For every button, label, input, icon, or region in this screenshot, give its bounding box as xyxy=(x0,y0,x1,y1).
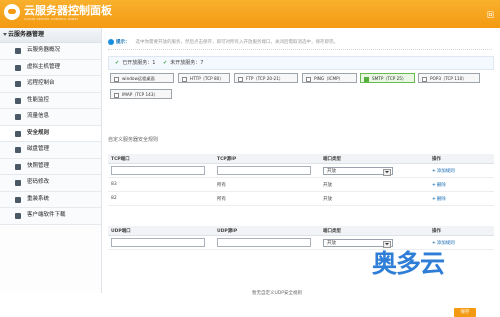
col-port-type: 端口类型 xyxy=(320,226,429,236)
cloud-logo-icon xyxy=(4,4,20,20)
disk-icon xyxy=(15,147,21,153)
tcp-source-cell: 所有 xyxy=(214,191,320,206)
table-row: 82 所有 开放 +删除 xyxy=(108,191,494,206)
app-title: 云服务器控制面板 xyxy=(24,4,112,17)
checkbox-icon xyxy=(114,76,119,82)
tcp-type-cell: 开放 xyxy=(320,191,429,206)
tcp-type-cell: 开放 xyxy=(320,177,429,192)
table-row: 开放 +添加规则 xyxy=(108,163,494,178)
app-subtitle: CLOUD SERVER CONTROL PANEL xyxy=(24,17,79,21)
sidebar: 云服务器管理 云服务器概况 虚拟主机管理 远程控制台 性能监控 流量信息 安全规… xyxy=(0,28,102,293)
service-rdp[interactable]: window远程桌面 xyxy=(110,73,174,83)
reinstall-icon xyxy=(15,196,21,203)
table-header-row: UDP端口 UDP源IP 端口类型 操作 xyxy=(108,226,494,236)
sidebar-item-vhost[interactable]: 虚拟主机管理 xyxy=(0,59,101,76)
shield-icon xyxy=(15,130,21,137)
table-row: 83 所有 开放 +删除 xyxy=(108,177,494,192)
server-icon xyxy=(15,48,21,54)
checkbox-icon xyxy=(182,76,187,82)
save-button[interactable]: 保存 xyxy=(454,308,476,317)
col-tcp-source: TCP源IP xyxy=(214,154,320,164)
sidebar-item-password[interactable]: 密码修改 xyxy=(0,175,101,192)
col-tcp-port: TCP端口 xyxy=(108,154,214,164)
traffic-icon xyxy=(15,114,21,120)
sidebar-item-download[interactable]: 客户端软件下载 xyxy=(0,208,101,225)
udp-port-input[interactable] xyxy=(111,238,205,247)
checkbox-icon xyxy=(238,76,243,82)
udp-empty-note: 暂无自定义UDP安全规则 xyxy=(252,291,302,296)
tcp-port-cell: 83 xyxy=(108,177,214,192)
sidebar-item-security[interactable]: 安全规则 xyxy=(0,125,101,142)
delete-rule-link[interactable]: 删除 xyxy=(437,197,446,202)
tcp-port-input[interactable] xyxy=(111,166,205,175)
sidebar-heading[interactable]: 云服务器管理 xyxy=(0,28,101,43)
service-stats: ✔ 已开放服务：1 ✔ 未开放服务：7 xyxy=(108,56,494,70)
monitor-icon xyxy=(15,97,21,104)
col-action: 操作 xyxy=(429,226,494,236)
hint-label: 提示： xyxy=(116,40,130,45)
add-tcp-rule-link[interactable]: 添加规则 xyxy=(437,169,455,174)
top-right-label[interactable]: 回 xyxy=(487,10,494,20)
top-header-bar: 云服务器控制面板 CLOUD SERVER CONTROL PANEL 回 xyxy=(0,0,500,28)
sidebar-item-monitor[interactable]: 性能监控 xyxy=(0,92,101,109)
col-udp-port: UDP端口 xyxy=(108,226,214,236)
tcp-source-input[interactable] xyxy=(217,166,311,175)
service-http[interactable]: HTTP（TCP 80） xyxy=(178,73,230,83)
checkbox-icon xyxy=(422,76,427,82)
tcp-port-cell: 82 xyxy=(108,191,214,206)
enabled-count: 已开放服务：1 xyxy=(122,60,156,66)
checkbox-icon xyxy=(114,92,119,98)
sidebar-item-console[interactable]: 远程控制台 xyxy=(0,76,101,93)
sidebar-item-traffic[interactable]: 流量信息 xyxy=(0,109,101,126)
check-icon: ✔ xyxy=(162,60,168,66)
col-port-type: 端口类型 xyxy=(320,154,429,164)
hint-text: 选中你需要开放的服务，然后点击保存，即可对所有入开放服务端口，关闭后需取消选中，… xyxy=(135,40,339,45)
tcp-source-cell: 所有 xyxy=(214,177,320,192)
download-icon xyxy=(15,213,21,219)
checkbox-icon xyxy=(364,76,369,82)
console-icon xyxy=(15,81,21,87)
key-icon xyxy=(15,180,21,186)
col-udp-source: UDP源IP xyxy=(214,226,320,236)
service-imap[interactable]: IMAP（TCP 143） xyxy=(110,89,172,99)
sidebar-item-reinstall[interactable]: 重装系统 xyxy=(0,191,101,208)
service-ftp[interactable]: FTP（TCP 20-21） xyxy=(234,73,298,83)
sidebar-item-overview[interactable]: 云服务器概况 xyxy=(0,43,101,60)
custom-rules-title: 自定义服务器安全规则 xyxy=(108,137,159,143)
tcp-rules-table: TCP端口 TCP源IP 端口类型 操作 开放 +添加规则 83 所有 开放 +… xyxy=(108,154,494,206)
info-icon xyxy=(108,38,114,45)
udp-source-input[interactable] xyxy=(217,238,311,247)
hint-bar: 提示： 选中你需要开放的服务，然后点击保存，即可对所有入开放服务端口，关闭后需取消… xyxy=(108,36,492,50)
checkbox-icon xyxy=(306,76,311,82)
plus-icon: + xyxy=(432,182,436,188)
caret-down-icon xyxy=(3,33,7,36)
service-pop3[interactable]: POP3（TCP 110） xyxy=(418,73,480,83)
chevron-down-icon xyxy=(383,168,391,176)
sidebar-item-snapshot[interactable]: 快照管理 xyxy=(0,158,101,175)
plus-icon: + xyxy=(432,168,436,174)
delete-rule-link[interactable]: 删除 xyxy=(437,183,446,188)
disabled-count: 未开放服务：7 xyxy=(170,60,204,66)
host-icon xyxy=(15,64,21,71)
sidebar-item-disk[interactable]: 磁盘管理 xyxy=(0,142,101,159)
check-icon: ✔ xyxy=(115,60,120,66)
snapshot-icon xyxy=(15,163,21,170)
watermark-text: 奥多云 xyxy=(372,249,445,278)
col-action: 操作 xyxy=(429,154,494,164)
service-smtp[interactable]: SMTP（TCP 25） xyxy=(360,73,415,83)
service-ping[interactable]: PING（ICMP） xyxy=(302,73,357,83)
plus-icon: + xyxy=(432,196,436,202)
tcp-type-select[interactable]: 开放 xyxy=(323,166,393,176)
table-header-row: TCP端口 TCP源IP 端口类型 操作 xyxy=(108,154,494,164)
